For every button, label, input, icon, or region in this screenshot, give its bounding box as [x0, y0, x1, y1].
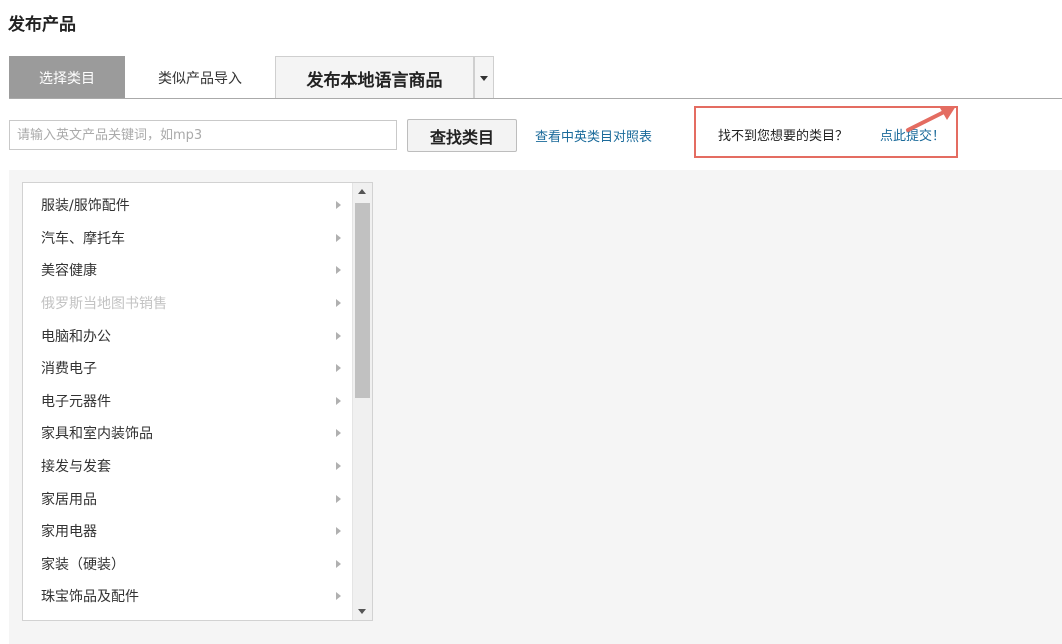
chevron-right-icon: [336, 396, 341, 405]
tab-divider: [9, 98, 1062, 99]
category-item-label: 家具和室内装饰品: [41, 426, 153, 443]
chevron-right-icon: [336, 429, 341, 438]
category-item[interactable]: 珠宝饰品及配件: [23, 580, 351, 613]
chevron-right-icon: [336, 494, 341, 503]
chevron-right-icon: [336, 462, 341, 471]
find-category-button[interactable]: 查找类目: [407, 119, 517, 152]
category-list: 服装/服饰配件 汽车、摩托车 美容健康俄罗斯当地图书销售 电脑和办公消费电子电子元器件…: [23, 183, 351, 620]
category-item-label: 家用电器: [41, 524, 97, 541]
category-item[interactable]: 电子元器件: [23, 385, 351, 418]
category-item-label: 电子元器件: [41, 393, 111, 410]
category-item-label: 电脑和办公: [41, 328, 111, 345]
category-item[interactable]: 汽车、摩托车: [23, 222, 351, 255]
category-list-panel: 服装/服饰配件 汽车、摩托车 美容健康俄罗斯当地图书销售 电脑和办公消费电子电子元器件…: [22, 182, 373, 621]
category-item-label: 接发与发套: [41, 459, 111, 476]
tab-bar: 选择类目 类似产品导入 发布本地语言商品: [9, 56, 494, 99]
category-item-label: 消费电子: [41, 361, 97, 378]
category-item-label: 家居用品: [41, 491, 97, 508]
category-item[interactable]: 家具和室内装饰品: [23, 417, 351, 450]
category-item[interactable]: 家用电器: [23, 515, 351, 548]
category-item[interactable]: 美容健康: [23, 254, 351, 287]
chevron-right-icon: [336, 266, 341, 275]
category-item-label: 珠宝饰品及配件: [41, 589, 139, 606]
tab-select-category[interactable]: 选择类目: [9, 56, 125, 99]
tab-publish-local-language[interactable]: 发布本地语言商品: [275, 56, 474, 99]
category-item-label: 家装（硬装）: [41, 556, 125, 573]
chevron-right-icon: [336, 527, 341, 536]
category-item[interactable]: 家居用品: [23, 482, 351, 515]
publish-product-page: 发布产品 选择类目 类似产品导入 发布本地语言商品 查找类目 查看中英类目对照表…: [0, 0, 1062, 644]
chevron-right-icon: [336, 592, 341, 601]
category-item[interactable]: 服装/服饰配件: [23, 189, 351, 222]
category-item[interactable]: 电脑和办公: [23, 319, 351, 352]
page-title: 发布产品: [8, 15, 76, 35]
chevron-right-icon: [336, 233, 341, 242]
category-item: 俄罗斯当地图书销售: [23, 287, 351, 320]
chevron-right-icon: [336, 364, 341, 373]
category-item[interactable]: 消费电子: [23, 352, 351, 385]
chevron-right-icon: [336, 201, 341, 210]
chevron-right-icon: [336, 559, 341, 568]
category-compare-link[interactable]: 查看中英类目对照表: [535, 126, 652, 145]
category-scrollbar[interactable]: [352, 183, 372, 620]
scroll-up-arrow-icon[interactable]: [358, 189, 366, 194]
scroll-thumb[interactable]: [355, 203, 370, 398]
category-item[interactable]: 接发与发套: [23, 450, 351, 483]
category-item-label: 美容健康: [41, 263, 97, 280]
notice-text: 找不到您想要的类目？: [718, 129, 849, 144]
caret-down-icon: [480, 75, 488, 81]
scroll-down-arrow-icon[interactable]: [358, 609, 366, 614]
tab-similar-product-import[interactable]: 类似产品导入: [125, 56, 275, 99]
chevron-right-icon: [336, 331, 341, 340]
category-item-label: 俄罗斯当地图书销售: [41, 296, 167, 313]
category-item-label: 服装/服饰配件: [41, 198, 130, 215]
category-item[interactable]: 家装（硬装）: [23, 548, 351, 581]
red-arrow-icon: [906, 106, 956, 132]
chevron-right-icon: [336, 299, 341, 308]
keyword-search-input[interactable]: [9, 120, 397, 150]
tab-dropdown-button[interactable]: [474, 56, 494, 99]
category-item-label: 汽车、摩托车: [41, 230, 125, 247]
